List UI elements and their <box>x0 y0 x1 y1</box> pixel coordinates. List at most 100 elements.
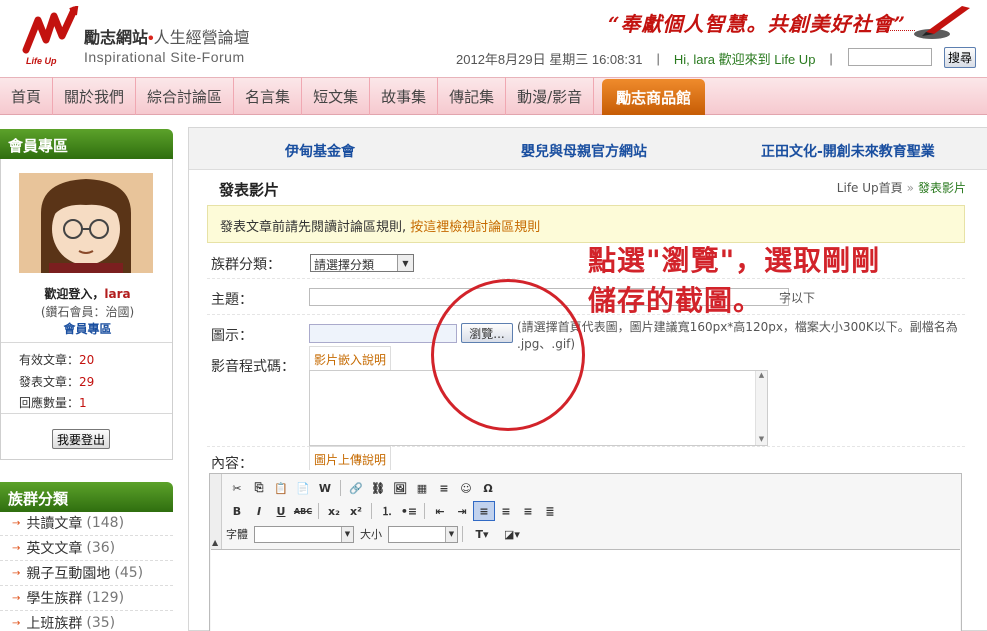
scrollbar[interactable]: ▲ ▼ <box>755 371 767 445</box>
group-label: 族群分類： <box>211 257 281 273</box>
group-item[interactable]: → 學生族群 (129) <box>0 586 173 611</box>
size-select[interactable]: ▼ <box>388 525 458 543</box>
bold-icon[interactable]: B <box>226 501 248 521</box>
date-bar: 2012年8月29日 星期三 16:08:31 | Hi, lara 歡迎來到 … <box>456 49 847 68</box>
strikethrough-icon[interactable]: ABC <box>292 501 314 521</box>
nav-item[interactable]: 短文集 <box>302 77 371 115</box>
breadcrumb-current[interactable]: 發表影片 <box>918 181 966 195</box>
search-input[interactable] <box>848 48 932 66</box>
special-char-icon[interactable]: Ω <box>477 478 499 498</box>
italic-icon[interactable]: I <box>248 501 270 521</box>
group-select[interactable]: 請選擇分類 ▼ <box>310 254 414 272</box>
stat-replies: 回應數量：1 <box>19 394 87 411</box>
divider <box>1 342 172 343</box>
icon-label: 圖示： <box>211 328 253 344</box>
video-embed-help-tab[interactable]: 影片嵌入說明 <box>309 346 392 370</box>
toolbar-separator <box>424 503 425 519</box>
annotation-text: 點選"瀏覽"，選取剛剛儲存的截圖。 <box>588 244 881 317</box>
paste-icon[interactable]: 📋 <box>270 478 292 498</box>
annotation-circle <box>431 279 585 431</box>
superscript-icon[interactable]: x² <box>345 501 367 521</box>
group-count: (35) <box>86 615 116 631</box>
page: Life Up 勵志網站•人生經營論壇 Inspirational Site-F… <box>0 0 987 631</box>
logout-button[interactable]: 我要登出 <box>52 429 110 449</box>
chevron-down-icon: ▼ <box>445 526 457 542</box>
indent-icon[interactable]: ⇥ <box>451 501 473 521</box>
welcome-text: Hi, lara 歡迎來到 Life Up <box>673 52 816 67</box>
content-editor-area[interactable] <box>211 549 960 631</box>
horizontal-rule-icon[interactable]: ≡ <box>433 478 455 498</box>
editor-toolbar-row-1: ✂ ⎘ 📋 📄 W 🔗 ⛓ 🖼 ▦ ≡ ☺ Ω <box>226 477 499 499</box>
group-item[interactable]: → 共讀文章 (148) <box>0 511 173 536</box>
group-item[interactable]: → 英文文章 (36) <box>0 536 173 561</box>
link-icon[interactable]: 🔗 <box>345 478 367 498</box>
align-right-icon[interactable]: ≡ <box>517 501 539 521</box>
pen-icon <box>914 6 970 39</box>
copy-icon[interactable]: ⎘ <box>248 478 270 498</box>
font-select[interactable]: ▼ <box>254 525 354 543</box>
site-subtitle: Inspirational Site-Forum <box>84 49 245 65</box>
group-name: 英文文章 <box>26 541 83 557</box>
arrow-right-icon: → <box>12 542 21 554</box>
justify-icon[interactable]: ≣ <box>539 501 561 521</box>
slogan: “奉獻個人智慧。共創美好社會” <box>608 12 907 36</box>
greeting: 歡迎登入，lara <box>1 285 174 302</box>
numbered-list-icon[interactable]: ⒈ <box>376 501 398 521</box>
site-name: 勵志網站 <box>84 30 149 47</box>
rules-link[interactable]: 按這裡檢視討論區規則 <box>410 220 540 235</box>
underline-icon[interactable]: U <box>270 501 292 521</box>
text-color-icon[interactable]: T▾ <box>467 524 497 544</box>
size-label: 大小 <box>360 528 382 541</box>
site-title: 勵志網站•人生經營論壇 <box>84 24 250 48</box>
partner-link[interactable]: 正田文化-開創未來教育聖業 <box>761 141 935 161</box>
group-item[interactable]: → 親子互動園地 (45) <box>0 561 173 586</box>
logo-subtitle: Life Up <box>26 56 57 66</box>
notice-text: 發表文章前請先閱讀討論區規則, <box>220 220 411 235</box>
subscript-icon[interactable]: x₂ <box>323 501 345 521</box>
partner-link[interactable]: 嬰兒與母親官方網站 <box>521 141 647 161</box>
main-nav: 首頁 關於我們 綜合討論區 名言集 短文集 故事集 傳記集 動漫/影音 勵志商品… <box>0 77 987 115</box>
nav-item-shop[interactable]: 勵志商品館 <box>602 79 706 115</box>
breadcrumb: Life Up首頁» 發表影片 <box>837 179 966 196</box>
stat-label: 發表文章： <box>19 375 80 389</box>
table-icon[interactable]: ▦ <box>411 478 433 498</box>
nav-item[interactable]: 綜合討論區 <box>136 77 235 115</box>
nav-item[interactable]: 傳記集 <box>438 77 507 115</box>
group-count: (148) <box>86 515 125 531</box>
align-center-icon[interactable]: ≡ <box>495 501 517 521</box>
separator: | <box>829 51 833 66</box>
toolbar-collapse[interactable]: ▲ <box>210 474 222 549</box>
nav-item[interactable]: 關於我們 <box>53 77 137 115</box>
bg-color-icon[interactable]: ◪▾ <box>497 524 527 544</box>
image-icon[interactable]: 🖼 <box>389 478 411 498</box>
partner-links: 伊甸基金會 嬰兒與母親官方網站 正田文化-開創未來教育聖業 <box>189 128 987 170</box>
bullet-list-icon[interactable]: •≡ <box>398 501 420 521</box>
scroll-up-icon[interactable]: ▲ <box>756 371 767 381</box>
greeting-prefix: 歡迎登入， <box>44 287 105 301</box>
image-upload-help-tab[interactable]: 圖片上傳說明 <box>309 446 392 470</box>
group-list: → 共讀文章 (148) → 英文文章 (36) → 親子互動園地 (45) → 學生族群 (1… <box>0 511 173 631</box>
toolbar-separator <box>318 503 319 519</box>
arrow-right-icon: → <box>12 592 21 604</box>
cut-icon[interactable]: ✂ <box>226 478 248 498</box>
align-left-icon[interactable]: ≡ <box>473 501 495 521</box>
nav-item[interactable]: 故事集 <box>370 77 439 115</box>
nav-item[interactable]: 名言集 <box>234 77 303 115</box>
divider <box>1 413 172 414</box>
group-item[interactable]: → 上班族群 (35) <box>0 611 173 631</box>
stat-label: 有效文章： <box>19 353 80 367</box>
page-title: 發表影片 <box>219 181 280 199</box>
paste-word-icon[interactable]: W <box>314 478 336 498</box>
scroll-down-icon[interactable]: ▼ <box>756 435 767 445</box>
smiley-icon[interactable]: ☺ <box>455 478 477 498</box>
nav-item[interactable]: 首頁 <box>0 77 54 115</box>
paste-text-icon[interactable]: 📄 <box>292 478 314 498</box>
member-area-link[interactable]: 會員專區 <box>1 320 174 337</box>
search-button[interactable]: 搜尋 <box>944 47 976 68</box>
outdent-icon[interactable]: ⇤ <box>429 501 451 521</box>
unlink-icon[interactable]: ⛓ <box>367 478 389 498</box>
avatar <box>19 173 153 273</box>
breadcrumb-home[interactable]: Life Up首頁 <box>837 181 903 195</box>
nav-item[interactable]: 動漫/影音 <box>506 77 595 115</box>
partner-link[interactable]: 伊甸基金會 <box>285 141 355 161</box>
